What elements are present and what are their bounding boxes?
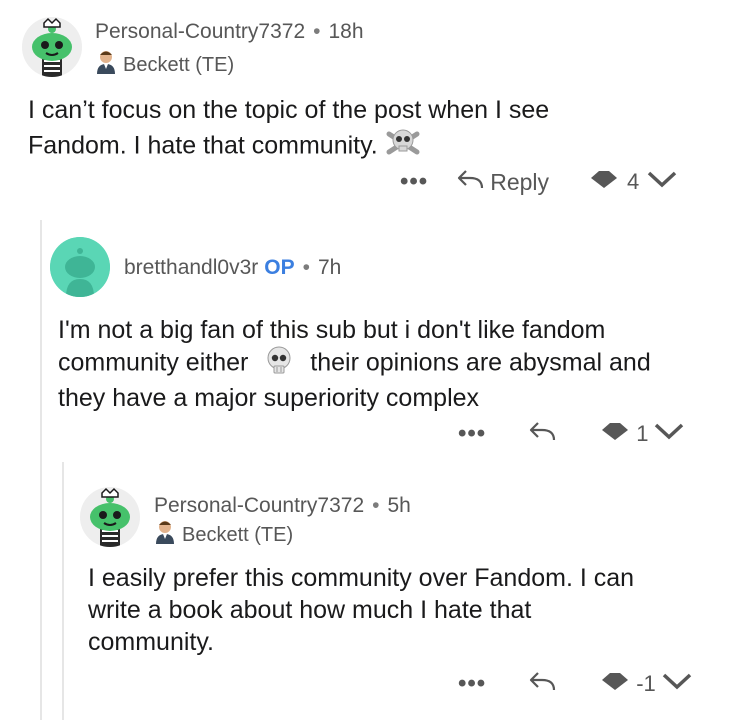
comment-actions: ••• -1 [458,670,692,698]
upvote-icon[interactable] [600,421,630,447]
snoo-avatar-icon[interactable] [50,237,110,297]
separator-dot: • [372,494,380,517]
comment-header: Personal-Country7372 • 5h [154,494,411,518]
comment-3: Personal-Country7372 • 5h Beckett (TE) I e… [0,470,755,722]
comment-body: I'm not a big fan of this sub but i don'… [58,314,738,414]
op-badge: OP [264,256,295,279]
skull-icon [265,346,293,382]
more-options-button[interactable]: ••• [400,168,428,196]
timestamp: 18h [328,20,364,43]
comment-line-with-emoji: Fandom. I hate that community. [28,126,728,168]
user-flair: Beckett (TE) [154,520,293,550]
reply-label: Reply [490,168,550,195]
timestamp: 7h [317,256,342,279]
comment-line: community. [88,628,214,656]
comment-actions: ••• Reply 4 [400,168,677,196]
flair-text: Beckett (TE) [182,523,294,546]
comment-line: I easily prefer this community over Fand… [88,564,635,592]
upvote-icon[interactable] [600,671,630,697]
reply-arrow-icon [528,672,556,697]
comment-1: Personal-Country7372 • 18h Beckett (TE) I … [0,0,755,210]
comment-2: bretthandl0v3r OP • 7h I'm not a big fan of… [0,220,755,460]
comment-header: Personal-Country7372 • 18h [95,20,364,44]
downvote-icon[interactable] [647,169,677,195]
beckett-flair-icon [154,520,176,550]
comment-body: I easily prefer this community over Fand… [88,562,738,658]
beckett-flair-icon [95,50,117,80]
separator-dot: • [302,256,310,279]
more-options-button[interactable]: ••• [458,670,486,698]
comment-line: write a book about how much I hate that [88,596,532,624]
comment-line-with-emoji: community either their opinions are abys… [58,346,738,382]
username-link[interactable]: Personal-Country7372 [95,20,305,43]
comment-body: I can’t focus on the topic of the post w… [28,94,728,168]
username-link[interactable]: Personal-Country7372 [154,494,364,517]
snoo-avatar-icon[interactable] [22,17,82,77]
reply-button[interactable]: Reply [456,168,549,196]
reply-arrow-icon [528,422,556,447]
username-link[interactable]: bretthandl0v3r [124,256,258,279]
upvote-icon[interactable] [589,169,619,195]
snoo-avatar-icon[interactable] [80,487,140,547]
vote-count: 1 [636,421,649,446]
downvote-icon[interactable] [662,671,692,697]
comment-line: I can’t focus on the topic of the post w… [28,96,550,124]
reply-button[interactable] [528,420,556,448]
comment-line: I'm not a big fan of this sub but i don'… [58,316,606,344]
reply-arrow-icon [456,168,484,196]
vote-count: 4 [627,169,640,194]
separator-dot: • [313,20,321,43]
timestamp: 5h [387,494,411,517]
downvote-icon[interactable] [654,421,684,447]
user-flair: Beckett (TE) [95,50,234,80]
comment-header: bretthandl0v3r OP • 7h [124,256,341,280]
skull-crossbones-icon [385,126,421,168]
vote-count: -1 [636,671,656,696]
flair-text: Beckett (TE) [123,53,235,76]
reply-button[interactable] [528,670,556,698]
comment-line: they have a major superiority complex [58,384,480,412]
more-options-button[interactable]: ••• [458,420,486,448]
comment-actions: ••• 1 [458,420,684,448]
